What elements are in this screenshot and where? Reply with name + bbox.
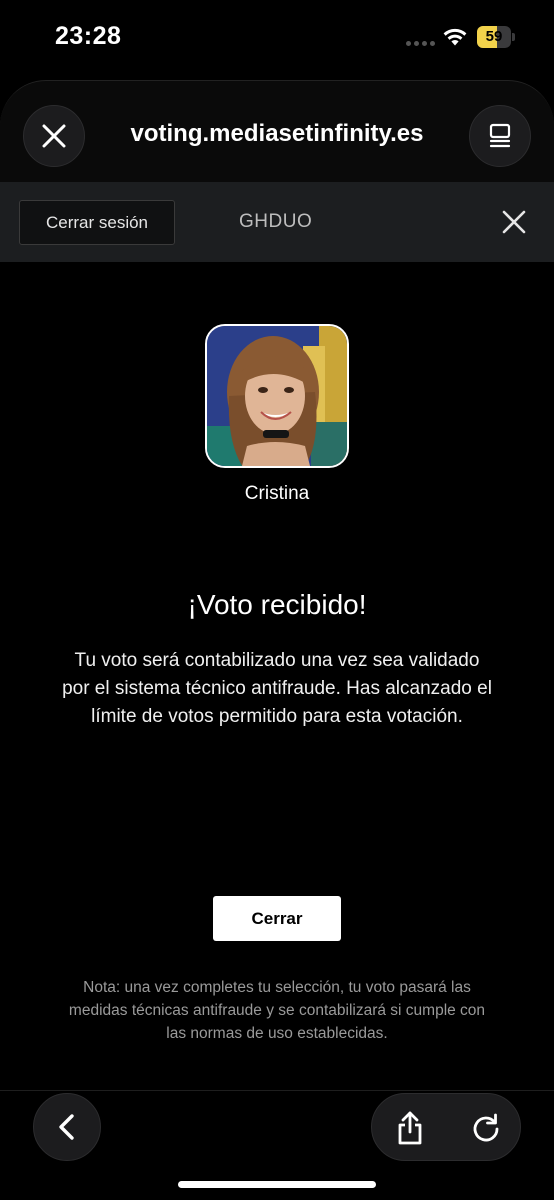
share-button[interactable] (390, 1108, 430, 1148)
contestant-avatar (205, 324, 349, 468)
close-button[interactable]: Cerrar (213, 896, 341, 941)
battery-level: 59 (485, 28, 503, 45)
fraud-note: Nota: una vez completes tu selección, tu… (68, 979, 486, 1042)
close-icon[interactable] (500, 208, 528, 236)
chevron-left-icon (59, 1114, 74, 1140)
browser-header: voting.mediasetinfinity.es (0, 80, 554, 182)
reload-icon (473, 1113, 499, 1142)
status-bar: 23:28 59 (0, 0, 554, 72)
wifi-icon (443, 28, 467, 46)
share-icon (398, 1111, 422, 1145)
session-bar: Cerrar sesión GHDUO (0, 182, 554, 262)
username-label: GHDUO (239, 211, 313, 232)
status-time: 23:28 (55, 22, 122, 50)
signal-icon (406, 41, 435, 46)
logout-button[interactable]: Cerrar sesión (19, 200, 175, 245)
reload-button[interactable] (466, 1108, 506, 1148)
toolbar-divider (0, 1090, 554, 1091)
reader-menu-icon (489, 123, 511, 148)
battery-indicator: 59 (477, 26, 515, 48)
page-menu-button[interactable] (469, 105, 531, 167)
contestant-name: Cristina (244, 483, 310, 504)
back-button[interactable] (33, 1093, 101, 1161)
vote-received-title: ¡Voto recibido! (187, 589, 367, 620)
browser-actions (371, 1093, 521, 1161)
home-indicator (178, 1181, 376, 1188)
vote-message: Tu voto será contabilizado una vez sea v… (62, 650, 492, 727)
